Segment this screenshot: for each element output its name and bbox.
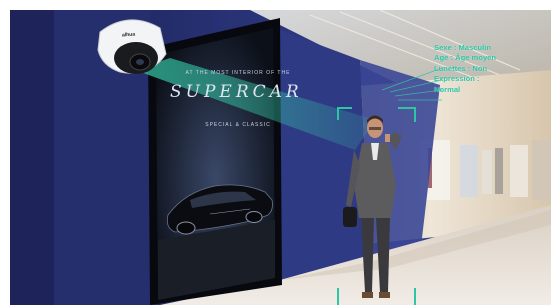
info-glasses: Lunettes : Non xyxy=(434,63,488,73)
poster-title: SUPERCAR xyxy=(170,82,303,102)
detection-info: Sexe : Masculin Age : Âge moyen Lunettes… xyxy=(434,43,544,95)
poster-subtitle: SPECIAL & CLASSIC xyxy=(205,122,271,128)
info-expression-value: Normal xyxy=(434,84,461,94)
info-age: Age : Âge moyen xyxy=(434,53,497,63)
camera-brand: alhua xyxy=(121,31,136,39)
info-expression-label: Expression : xyxy=(434,74,480,84)
poster-tagline: AT THE MOST INTERIOR OF THE xyxy=(185,70,291,76)
image-frame: AT THE MOST INTERIOR OF THE SUPERCAR SPE… xyxy=(0,0,551,305)
info-gender: Sexe : Masculin xyxy=(434,43,491,52)
